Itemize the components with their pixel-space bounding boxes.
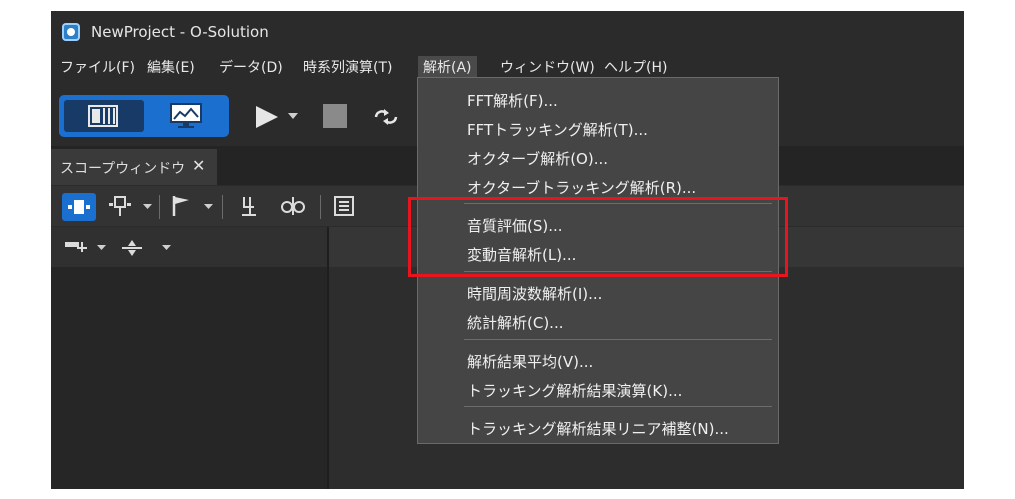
menu-item-fft[interactable]: FFT解析(F)... xyxy=(467,90,558,111)
menu-separator xyxy=(464,406,772,407)
menu-item-octave[interactable]: オクターブ解析(O)... xyxy=(467,148,608,169)
chevron-down-icon[interactable] xyxy=(288,112,298,120)
close-icon[interactable]: ✕ xyxy=(192,156,205,175)
link-icon[interactable] xyxy=(280,195,306,217)
cursor-icon[interactable] xyxy=(109,195,131,217)
menu-item-tracking-linear[interactable]: トラッキング解析結果リニア補整(N)... xyxy=(467,418,729,439)
menu-item-tracking-operation[interactable]: トラッキング解析結果演算(K)... xyxy=(467,380,682,401)
window-title: NewProject - O-Solution xyxy=(91,23,269,41)
menu-item-result-average[interactable]: 解析結果平均(V)... xyxy=(467,351,593,372)
flag-icon[interactable] xyxy=(171,195,191,217)
chevron-down-icon[interactable] xyxy=(143,204,152,210)
menu-file[interactable]: ファイル(F) xyxy=(60,56,135,80)
play-icon[interactable] xyxy=(254,104,280,130)
title-bar: NewProject - O-Solution xyxy=(51,11,964,53)
channel-panel xyxy=(51,267,327,489)
select-cursor-icon xyxy=(68,200,90,214)
menu-data[interactable]: データ(D) xyxy=(219,56,283,80)
divider xyxy=(320,195,321,219)
chevron-down-icon[interactable] xyxy=(162,245,171,251)
plot-add-icon[interactable] xyxy=(65,240,87,254)
list-icon[interactable] xyxy=(334,196,354,216)
menu-timeseries[interactable]: 時系列演算(T) xyxy=(303,56,392,80)
tab-scope-window-label: スコープウィンドウ xyxy=(60,161,186,177)
divider xyxy=(159,195,160,219)
stop-icon[interactable] xyxy=(323,104,347,128)
menu-edit[interactable]: 編集(E) xyxy=(147,56,195,80)
menu-item-statistics[interactable]: 統計解析(C)... xyxy=(467,312,563,333)
menu-item-time-frequency[interactable]: 時間周波数解析(I)... xyxy=(467,283,602,304)
app-icon xyxy=(62,23,80,41)
monitor-icon xyxy=(170,103,202,128)
marker-icon[interactable] xyxy=(240,195,258,217)
highlight-box xyxy=(408,197,788,277)
loop-icon[interactable] xyxy=(372,107,400,127)
chevron-down-icon[interactable] xyxy=(204,204,213,210)
panel-layout-icon xyxy=(88,105,118,127)
menu-item-fft-tracking[interactable]: FFTトラッキング解析(T)... xyxy=(467,119,648,140)
menu-item-octave-tracking[interactable]: オクターブトラッキング解析(R)... xyxy=(467,177,696,198)
divider xyxy=(222,195,223,219)
chevron-down-icon[interactable] xyxy=(97,245,106,251)
menu-separator xyxy=(464,339,772,340)
split-icon[interactable] xyxy=(122,239,142,257)
